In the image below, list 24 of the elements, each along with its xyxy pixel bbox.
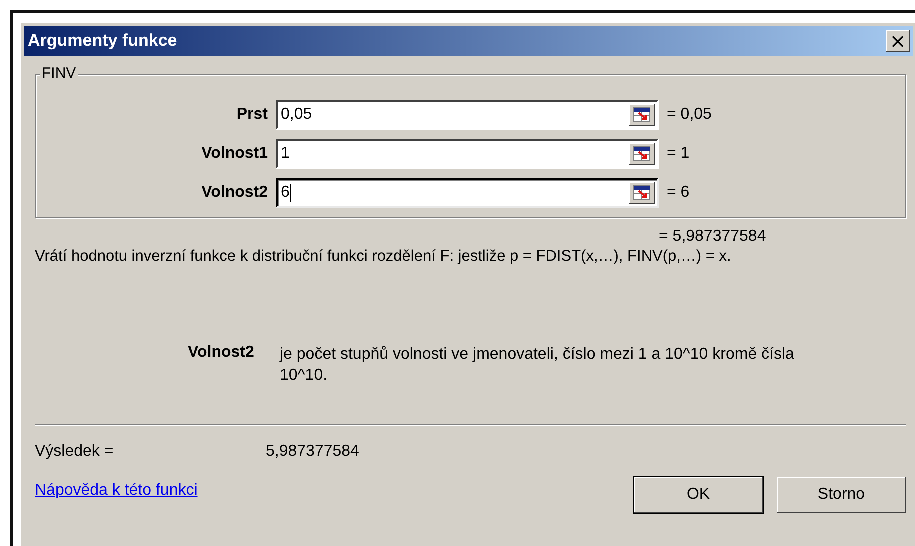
argument-name: Volnost2 [187, 344, 256, 363]
text-cursor [290, 184, 291, 202]
input-field[interactable]: 0,05 [276, 100, 659, 130]
window-title: Argumenty funkce [28, 31, 178, 51]
input-field[interactable]: 1 [276, 138, 659, 168]
collapse-dialog-icon[interactable] [629, 142, 655, 164]
result-value: 5,987377584 [266, 443, 360, 461]
formula-result: = 5,987377584 [659, 228, 768, 246]
argument-label: Prst [236, 106, 269, 124]
close-button[interactable]: × [886, 30, 910, 52]
dialog-button[interactable]: OK [634, 477, 763, 513]
argument-label: Volnost2 [200, 184, 269, 202]
function-description: Vrátí hodnotu inverzní funkce k distribuční funkci rozdělení F: jestliže p = FDIST(x,…), FINV(p,…) = x. [35, 248, 732, 266]
help-link[interactable]: Nápověda k této funkci [35, 482, 198, 500]
collapse-dialog-icon[interactable] [629, 182, 655, 204]
argument-result: = 6 [667, 184, 690, 202]
dialog-button[interactable]: Storno [777, 477, 906, 513]
argument-label: Volnost1 [200, 144, 269, 162]
result-label: Výsledek = [35, 443, 115, 461]
argument-result: = 1 [667, 144, 690, 162]
collapse-dialog-icon[interactable] [629, 104, 655, 126]
argument-description: je počet stupňů volnosti ve jmenovateli, číslo mezi 1 a 10^10 kromě čísla 10^10. [280, 345, 796, 386]
input-field[interactable]: 6 [276, 178, 659, 208]
argument-result: = 0,05 [667, 106, 712, 124]
